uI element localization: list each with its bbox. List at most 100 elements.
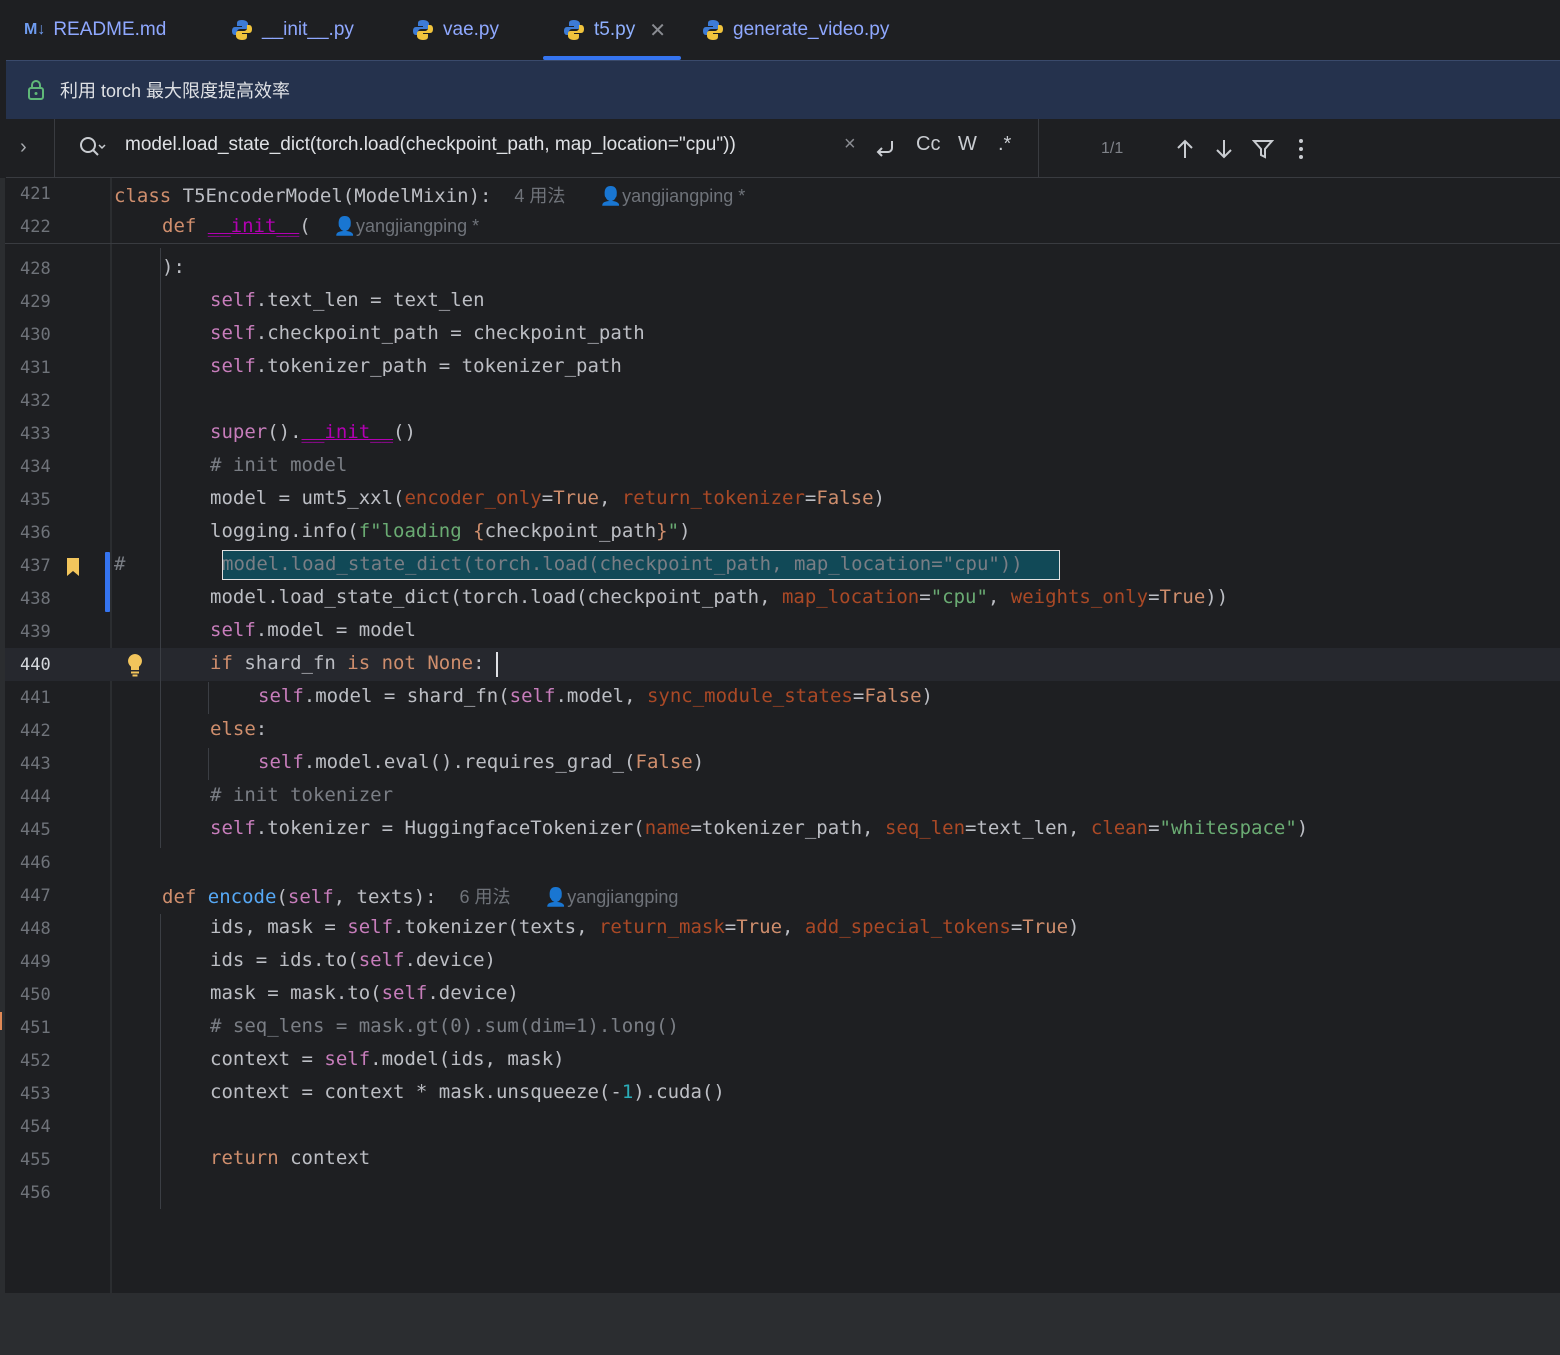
line-number: 431 [20, 358, 51, 378]
tab-label: README.md [53, 19, 167, 40]
code-line[interactable]: # init model [210, 454, 347, 476]
code-line[interactable]: ): [162, 256, 185, 278]
indent-guide [160, 248, 161, 848]
line-number: 448 [20, 919, 51, 939]
line-number: 456 [20, 1183, 51, 1203]
regex-button[interactable]: .* [998, 133, 1011, 156]
tab-t5[interactable]: t5.py ✕ [543, 0, 681, 60]
arrow-up-icon[interactable] [1174, 138, 1196, 160]
line-number: 449 [20, 952, 51, 972]
author-hint[interactable]: yangjiangping * [622, 186, 745, 206]
line-number: 442 [20, 721, 51, 741]
code-line[interactable]: self.checkpoint_path = checkpoint_path [210, 322, 645, 344]
code-line[interactable]: model.load_state_dict(torch.load(checkpo… [210, 586, 1228, 608]
filter-icon[interactable] [1252, 138, 1274, 160]
line-number: 445 [20, 820, 51, 840]
tab-generate-video[interactable]: generate_video.py [702, 0, 889, 60]
line-number: 450 [20, 985, 51, 1005]
tab-readme[interactable]: M↓ README.md [24, 0, 166, 60]
code-line[interactable]: self.tokenizer = HuggingfaceTokenizer(na… [210, 817, 1308, 839]
code-line[interactable]: model = umt5_xxl(encoder_only=True, retu… [210, 487, 885, 509]
clear-search-button[interactable]: × [844, 133, 856, 156]
vcs-change-marker[interactable] [105, 552, 110, 612]
code-line[interactable]: ids = ids.to(self.device) [210, 949, 496, 971]
line-number: 440 [20, 655, 51, 675]
tab-label: t5.py [594, 19, 636, 40]
author-icon: 👤 [333, 216, 357, 236]
tab-init[interactable]: __init__.py [231, 0, 354, 60]
indent-guide [208, 748, 209, 780]
code-line[interactable]: ids, mask = self.tokenizer(texts, return… [210, 916, 1079, 938]
divider [1038, 119, 1039, 177]
usages-hint[interactable]: 6 用法 [459, 887, 510, 907]
code-line[interactable]: self.text_len = text_len [210, 289, 485, 311]
line-number: 443 [20, 754, 51, 774]
code-line[interactable]: # init tokenizer [210, 784, 393, 806]
tab-label: generate_video.py [733, 19, 890, 40]
code-line[interactable]: # seq_lens = mask.gt(0).sum(dim=1).long(… [210, 1015, 679, 1037]
match-case-button[interactable]: Cc [916, 133, 940, 156]
code-line[interactable]: self.model = model [210, 619, 416, 641]
search-icon[interactable] [78, 135, 106, 159]
tab-label: vae.py [443, 19, 499, 40]
banner-text: 利用 torch 最大限度提高效率 [60, 81, 291, 101]
close-icon[interactable]: ✕ [649, 18, 666, 43]
lightbulb-icon[interactable] [125, 653, 145, 677]
code-line-422[interactable]: def __init__( 👤yangjiangping * [162, 215, 479, 237]
code-line[interactable]: mask = mask.to(self.device) [210, 982, 519, 1004]
code-line[interactable]: context = context * mask.unsqueeze(-1).c… [210, 1081, 725, 1103]
bookmark-icon[interactable] [66, 557, 80, 577]
code-line[interactable]: logging.info(f"loading {checkpoint_path}… [210, 520, 691, 542]
chevron-right-icon[interactable]: › [20, 136, 27, 159]
usages-hint[interactable]: 4 用法 [514, 186, 565, 206]
markdown-icon: M↓ [24, 21, 46, 38]
notification-banner: 利用 torch 最大限度提高效率 [6, 60, 1560, 120]
line-number: 447 [20, 886, 51, 906]
line-number: 437 [20, 556, 51, 576]
divider [54, 119, 55, 177]
code-line[interactable]: self.model.eval().requires_grad_(False) [258, 751, 704, 773]
new-line-icon[interactable] [874, 138, 896, 160]
code-line[interactable]: return context [210, 1147, 370, 1169]
code-line[interactable]: if shard_fn is not None: [210, 652, 485, 674]
find-bar: › model.load_state_dict(torch.load(check… [6, 119, 1560, 178]
line-number: 453 [20, 1084, 51, 1104]
line-number: 430 [20, 325, 51, 345]
python-icon [232, 20, 252, 40]
line-number: 438 [20, 589, 51, 609]
search-input[interactable]: model.load_state_dict(torch.load(checkpo… [125, 134, 736, 156]
line-number: 428 [20, 259, 51, 279]
indent-guide [208, 682, 209, 714]
lock-icon [28, 80, 44, 100]
code-line-421[interactable]: class T5EncoderModel(ModelMixin): 4 用法 👤… [114, 182, 745, 208]
line-number: 451 [20, 1018, 51, 1038]
code-line[interactable]: self.model = shard_fn(self.model, sync_m… [258, 685, 933, 707]
comment-marker[interactable]: # [114, 553, 125, 575]
author-hint[interactable]: yangjiangping [567, 887, 678, 907]
more-options-icon[interactable] [1296, 138, 1306, 160]
code-line[interactable]: context = self.model(ids, mask) [210, 1048, 565, 1070]
author-hint[interactable]: yangjiangping * [356, 216, 479, 236]
python-icon [564, 20, 584, 40]
whole-word-button[interactable]: W [958, 133, 977, 156]
line-number: 444 [20, 787, 51, 807]
indent-guide [160, 914, 161, 1209]
code-line[interactable]: super().__init__() [210, 421, 416, 443]
python-icon [413, 20, 433, 40]
line-number: 433 [20, 424, 51, 444]
line-number: 452 [20, 1051, 51, 1071]
code-line[interactable]: self.tokenizer_path = tokenizer_path [210, 355, 622, 377]
scroll-marker [0, 1012, 2, 1030]
code-line[interactable]: else: [210, 718, 267, 740]
line-number: 439 [20, 622, 51, 642]
arrow-down-icon[interactable] [1213, 138, 1235, 160]
match-count: 1/1 [1101, 140, 1124, 157]
line-number: 422 [20, 217, 51, 237]
line-number: 432 [20, 391, 51, 411]
gutter-divider [110, 178, 112, 1293]
code-line[interactable]: def encode(self, texts): 6 用法 👤yangjiang… [162, 883, 678, 909]
author-icon: 👤 [544, 887, 568, 907]
line-number: 454 [20, 1117, 51, 1137]
tab-vae[interactable]: vae.py [412, 0, 499, 60]
code-line-commented[interactable]: model.load_state_dict(torch.load(checkpo… [222, 553, 1023, 575]
